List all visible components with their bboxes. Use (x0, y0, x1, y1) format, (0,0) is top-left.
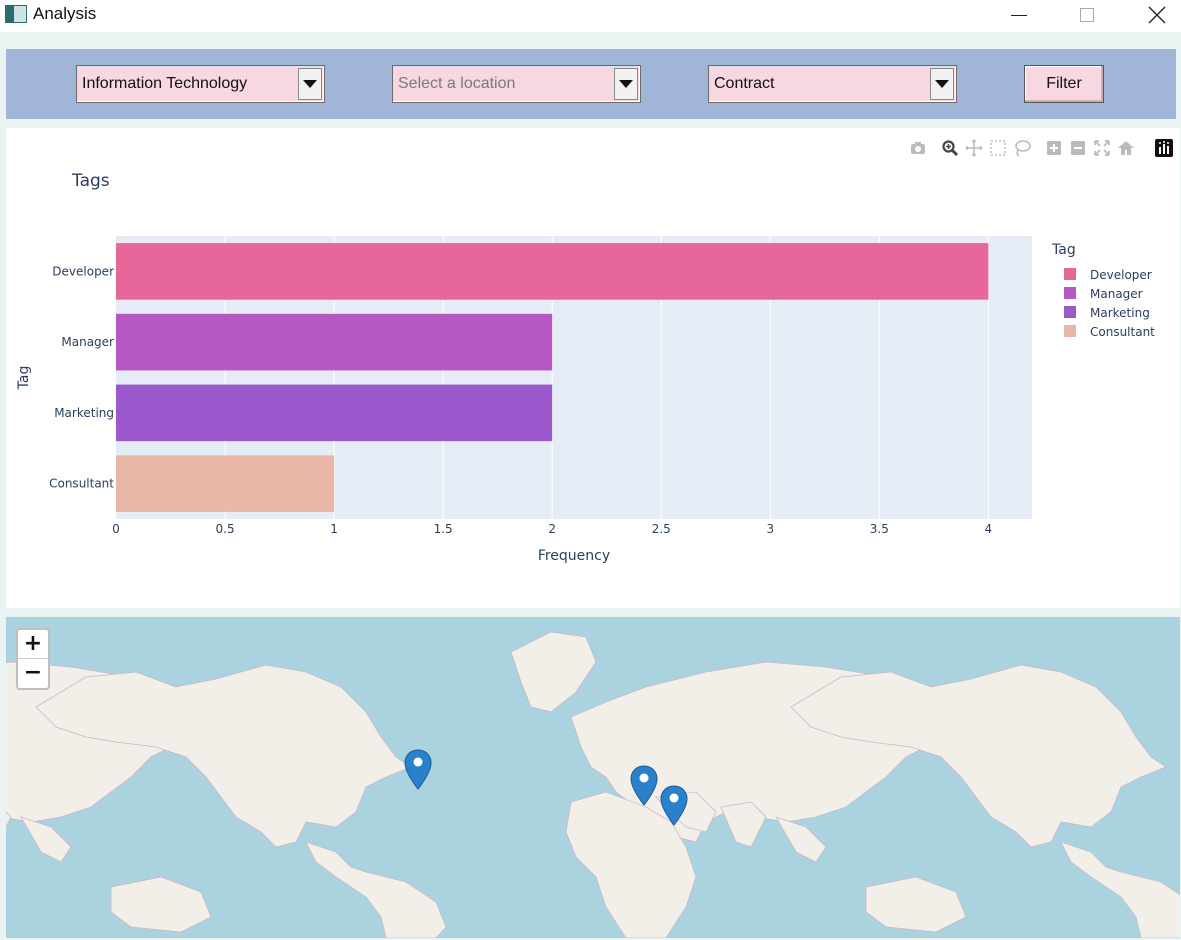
filter-bar: Information Technology Select a location… (6, 49, 1176, 119)
chevron-down-icon[interactable] (930, 68, 954, 100)
legend-swatch (1064, 325, 1076, 337)
legend-title: Tag (1051, 242, 1076, 258)
x-tick-label: 3.5 (870, 522, 889, 536)
plotly-logo-icon[interactable] (1154, 138, 1174, 158)
y-axis-label: Tag (16, 366, 32, 391)
legend-swatch (1064, 287, 1076, 299)
y-tick-label: Developer (52, 264, 114, 278)
location-dropdown-placeholder: Select a location (398, 75, 516, 92)
close-icon (1148, 6, 1166, 24)
contract-dropdown-value: Contract (714, 75, 775, 92)
x-axis-label: Frequency (538, 548, 610, 564)
tags-bar-chart: 0 0.5 1 1.5 2 2.5 3 3.5 4 Developer Manager Marketi… (16, 171, 1155, 564)
middle-east-marker[interactable] (630, 765, 658, 807)
x-tick-label: 4 (985, 522, 993, 536)
location-dropdown[interactable]: Select a location (392, 65, 641, 103)
maximize-icon (1080, 8, 1094, 22)
maximize-button[interactable] (1064, 0, 1110, 30)
autoscale-icon[interactable] (1092, 138, 1112, 158)
zoom-in-button[interactable]: + (18, 630, 48, 659)
x-tick-label: 1.5 (434, 522, 453, 536)
world-map[interactable] (6, 617, 1180, 938)
x-tick-label: 0 (112, 522, 120, 536)
close-button[interactable] (1134, 0, 1180, 30)
x-tick-label: 1 (330, 522, 338, 536)
bar-manager (116, 313, 553, 371)
legend-item: Marketing (1090, 306, 1150, 320)
minimize-button[interactable] (996, 0, 1042, 30)
window-titlebar: Analysis (0, 0, 1181, 32)
legend-swatch (1064, 306, 1076, 318)
minimize-icon (1011, 14, 1027, 16)
x-tick-label: 0.5 (216, 522, 235, 536)
bar-developer (116, 243, 989, 300)
filter-button[interactable]: Filter (1024, 65, 1104, 103)
box-select-icon[interactable] (988, 138, 1008, 158)
legend-item: Developer (1090, 268, 1152, 282)
industry-dropdown[interactable]: Information Technology (76, 65, 325, 103)
y-tick-label: Consultant (49, 477, 114, 491)
y-tick-label: Marketing (54, 406, 114, 420)
bar-marketing (116, 384, 553, 442)
zoom-out-button[interactable]: − (18, 659, 48, 688)
chevron-down-icon[interactable] (298, 68, 322, 100)
lasso-icon[interactable] (1012, 138, 1032, 158)
contract-dropdown[interactable]: Contract (708, 65, 957, 103)
bar-consultant (116, 455, 335, 512)
south-asia-marker[interactable] (660, 785, 688, 827)
x-tick-label: 2.5 (652, 522, 671, 536)
app-icon (5, 5, 27, 23)
map-zoom-control: + − (16, 628, 50, 690)
window-title: Analysis (33, 4, 97, 23)
map-panel[interactable]: + − (6, 617, 1180, 938)
industry-dropdown-value: Information Technology (82, 75, 248, 92)
chevron-down-icon[interactable] (614, 68, 638, 100)
y-tick-label: Manager (61, 335, 114, 349)
x-tick-label: 3 (766, 522, 774, 536)
legend-item: Manager (1090, 287, 1143, 301)
legend-swatch (1064, 268, 1076, 280)
chart-panel: 0 0.5 1 1.5 2 2.5 3 3.5 4 Developer Manager Marketi… (6, 128, 1180, 608)
zoom-out-icon[interactable] (1068, 138, 1088, 158)
legend-item: Consultant (1090, 325, 1155, 339)
reset-axes-icon[interactable] (1116, 138, 1136, 158)
zoom-icon[interactable] (940, 138, 960, 158)
us-west-marker[interactable] (404, 749, 432, 791)
camera-icon[interactable] (908, 138, 928, 158)
pan-icon[interactable] (964, 138, 984, 158)
zoom-in-icon[interactable] (1044, 138, 1064, 158)
chart-title: Tags (71, 171, 110, 191)
x-tick-label: 2 (548, 522, 556, 536)
